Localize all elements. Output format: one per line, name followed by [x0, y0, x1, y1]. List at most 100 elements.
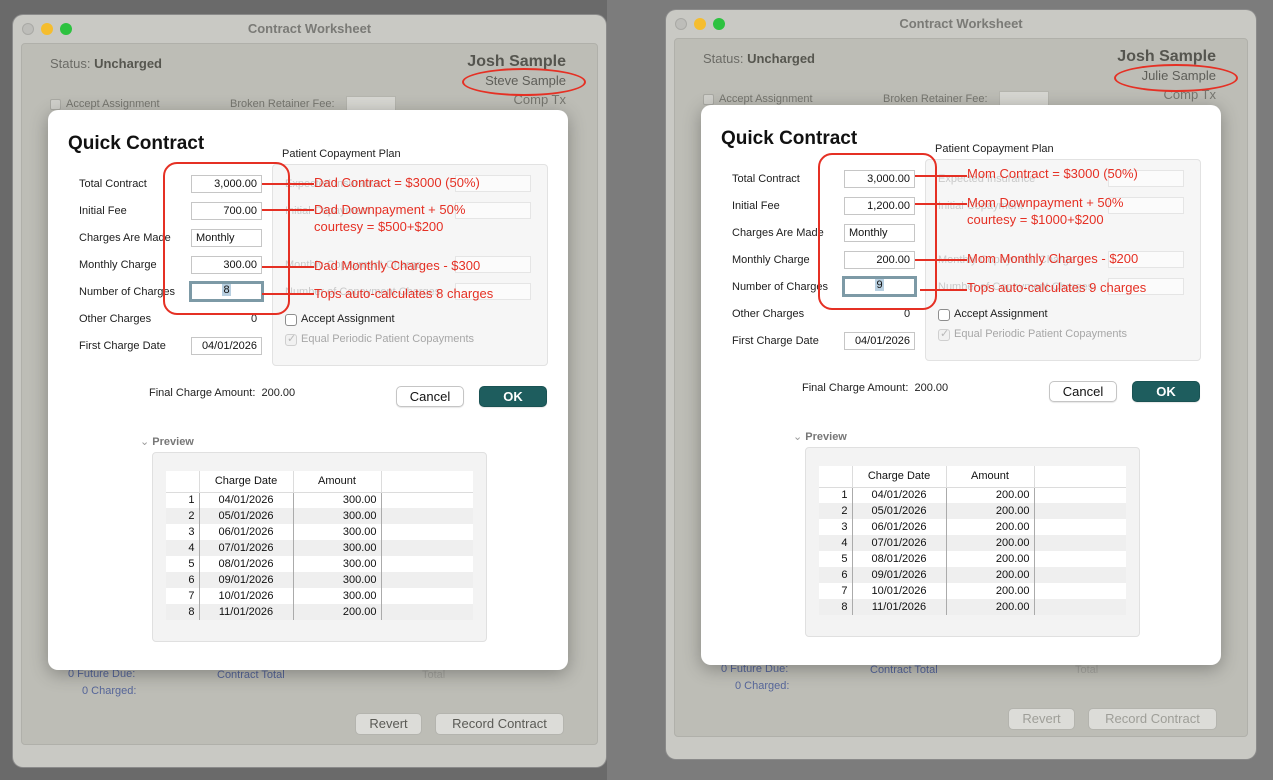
- total-contract-label: Total Contract: [79, 178, 147, 190]
- charge-date-cell: 09/01/2026: [852, 567, 947, 583]
- table-row[interactable]: 7 10/01/2026 200.00: [819, 583, 1126, 599]
- annotation-line: [915, 203, 967, 205]
- row-number: 8: [819, 599, 853, 615]
- amount-cell: 200.00: [946, 551, 1035, 567]
- equal-periodic-checkbox[interactable]: [285, 332, 297, 346]
- contract-worksheet-window-mom: Contract Worksheet Status: Uncharged Jos…: [666, 10, 1256, 759]
- bg-accept-assignment-checkbox[interactable]: [703, 94, 714, 105]
- first-charge-date-field[interactable]: 04/01/2026: [191, 337, 262, 355]
- annotation-line: [920, 289, 967, 291]
- ok-button[interactable]: OK: [1132, 381, 1200, 402]
- bg-accept-assignment-checkbox[interactable]: [50, 99, 61, 110]
- bg-accept-assignment-label: Accept Assignment: [66, 98, 160, 110]
- preview-disclosure[interactable]: ⌄ Preview: [793, 430, 847, 443]
- revert-button[interactable]: Revert: [355, 713, 422, 735]
- charge-date-cell: 05/01/2026: [199, 508, 294, 524]
- initial-copayment-field[interactable]: [455, 202, 531, 219]
- annotation-note: Dad Monthly Charges - $300: [314, 258, 481, 273]
- empty-cell: [1034, 567, 1126, 583]
- table-row[interactable]: 1 04/01/2026 300.00: [166, 492, 473, 508]
- first-charge-date-label: First Charge Date: [79, 340, 166, 352]
- charge-date-cell: 06/01/2026: [199, 524, 294, 540]
- empty-cell: [381, 492, 473, 508]
- row-number: 6: [166, 572, 200, 588]
- table-row[interactable]: 1 04/01/2026 200.00: [819, 487, 1126, 503]
- accept-assignment-checkbox[interactable]: [938, 309, 950, 321]
- window-title: Contract Worksheet: [247, 21, 372, 36]
- preview-disclosure[interactable]: ⌄ Preview: [140, 435, 194, 448]
- monthly-charge-label: Monthly Charge: [732, 254, 810, 266]
- empty-cell: [1034, 551, 1126, 567]
- amount-cell: 300.00: [293, 540, 382, 556]
- empty-cell: [1034, 599, 1126, 615]
- charge-date-cell: 07/01/2026: [852, 535, 947, 551]
- table-row[interactable]: 6 09/01/2026 200.00: [819, 567, 1126, 583]
- annotation-line: [262, 183, 314, 185]
- accept-assignment-label: Accept Assignment: [954, 308, 1048, 320]
- empty-cell: [381, 604, 473, 620]
- accept-assignment-checkbox[interactable]: [285, 314, 297, 326]
- amount-cell: 200.00: [946, 599, 1035, 615]
- record-contract-button[interactable]: Record Contract: [435, 713, 564, 735]
- annotation-note: Mom Downpayment + 50%: [967, 195, 1124, 210]
- table-row[interactable]: 7 10/01/2026 300.00: [166, 588, 473, 604]
- annotation-note: courtesy = $500+$200: [314, 219, 444, 234]
- table-row[interactable]: 4 07/01/2026 300.00: [166, 540, 473, 556]
- table-row[interactable]: 3 06/01/2026 300.00: [166, 524, 473, 540]
- charge-date-cell: 08/01/2026: [852, 551, 947, 567]
- annotation-note: Tops auto-calculates 8 charges: [314, 286, 494, 301]
- revert-button[interactable]: Revert: [1008, 708, 1075, 730]
- empty-cell: [381, 572, 473, 588]
- table-row[interactable]: 4 07/01/2026 200.00: [819, 535, 1126, 551]
- record-contract-button[interactable]: Record Contract: [1088, 708, 1217, 730]
- charge-date-cell: 11/01/2026: [852, 599, 947, 615]
- charge-date-cell: 10/01/2026: [199, 588, 294, 604]
- row-number: 3: [166, 524, 200, 540]
- table-row[interactable]: 5 08/01/2026 200.00: [819, 551, 1126, 567]
- table-header: Charge Date Amount: [166, 471, 473, 493]
- row-number: 5: [819, 551, 853, 567]
- first-charge-date-field[interactable]: 04/01/2026: [844, 332, 915, 350]
- contract-total-label: Contract Total: [870, 664, 938, 676]
- annotation-note: Mom Contract = $3000 (50%): [967, 166, 1138, 181]
- annotation-note: Dad Contract = $3000 (50%): [314, 175, 480, 190]
- amount-cell: 300.00: [293, 508, 382, 524]
- number-of-charges-label: Number of Charges: [79, 286, 175, 298]
- annotation-note: Mom Monthly Charges - $200: [967, 251, 1139, 266]
- cancel-button[interactable]: Cancel: [396, 386, 464, 407]
- charge-date-header[interactable]: Charge Date: [852, 466, 947, 488]
- annotation-line: [262, 293, 314, 295]
- amount-header[interactable]: Amount: [293, 471, 382, 493]
- table-row[interactable]: 3 06/01/2026 200.00: [819, 519, 1126, 535]
- charge-date-cell: 07/01/2026: [199, 540, 294, 556]
- row-number: 5: [166, 556, 200, 572]
- amount-cell: 200.00: [946, 567, 1035, 583]
- annotation-line: [262, 266, 314, 268]
- amount-header[interactable]: Amount: [946, 466, 1035, 488]
- charge-date-cell: 08/01/2026: [199, 556, 294, 572]
- table-row[interactable]: 2 05/01/2026 200.00: [819, 503, 1126, 519]
- charge-date-header[interactable]: Charge Date: [199, 471, 294, 493]
- initial-fee-label: Initial Fee: [732, 200, 780, 212]
- chevron-down-icon: ⌄: [793, 431, 803, 443]
- annotation-note: Tops auto-calculates 9 charges: [967, 280, 1147, 295]
- amount-cell: 200.00: [946, 535, 1035, 551]
- table-row[interactable]: 2 05/01/2026 300.00: [166, 508, 473, 524]
- table-row[interactable]: 8 11/01/2026 200.00: [166, 604, 473, 620]
- table-row[interactable]: 8 11/01/2026 200.00: [819, 599, 1126, 615]
- preview-table: Charge Date Amount 1 04/01/2026 300.00 2 05/…: [166, 471, 473, 620]
- contract-worksheet-window-dad: Contract Worksheet Status: Uncharged Jos…: [13, 15, 606, 767]
- total-label: Total: [422, 669, 446, 681]
- table-row[interactable]: 5 08/01/2026 300.00: [166, 556, 473, 572]
- table-row[interactable]: 6 09/01/2026 300.00: [166, 572, 473, 588]
- charges-are-made-label: Charges Are Made: [79, 232, 171, 244]
- quick-contract-dialog: Quick Contract Total Contract 3,000.00 I…: [48, 110, 568, 670]
- charged-label: 0 Charged:: [82, 685, 137, 697]
- annotation-line: [915, 175, 967, 177]
- amount-cell: 300.00: [293, 492, 382, 508]
- cancel-button[interactable]: Cancel: [1049, 381, 1117, 402]
- empty-cell: [1034, 535, 1126, 551]
- equal-periodic-checkbox[interactable]: [938, 327, 950, 341]
- ok-button[interactable]: OK: [479, 386, 547, 407]
- other-charges-label: Other Charges: [79, 313, 152, 325]
